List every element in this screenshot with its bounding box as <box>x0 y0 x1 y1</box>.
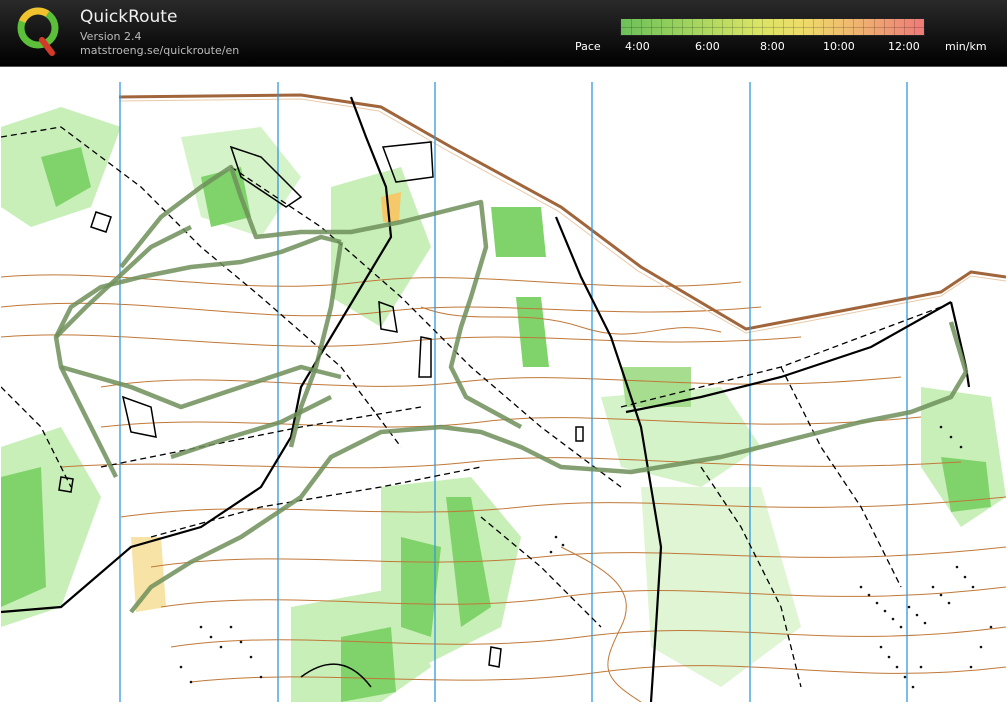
pace-scale-cell-divider <box>772 19 774 35</box>
pace-color-scale <box>620 18 925 36</box>
pace-legend-label: Pace <box>575 40 601 53</box>
pace-scale-cell-divider <box>651 19 653 35</box>
pace-tick-12: 12:00 <box>888 40 920 53</box>
pace-scale-cell-divider <box>833 19 835 35</box>
pace-scale-cell-divider <box>661 19 663 35</box>
pace-scale-cell-divider <box>893 19 895 35</box>
pace-scale-cell-divider <box>691 19 693 35</box>
pace-scale-cell-divider <box>671 19 673 35</box>
pace-scale-cell-divider <box>883 19 885 35</box>
pace-scale-cell-divider <box>732 19 734 35</box>
pace-tick-8: 8:00 <box>760 40 785 53</box>
app-url[interactable]: matstroeng.se/quickroute/en <box>80 44 239 57</box>
pace-scale-cell-divider <box>792 19 794 35</box>
pace-scale-cell-divider <box>863 19 865 35</box>
pace-scale-cell-divider <box>782 19 784 35</box>
pace-tick-6: 6:00 <box>695 40 720 53</box>
map-canvas <box>0 82 1007 703</box>
pace-scale-cell-divider <box>762 19 764 35</box>
pace-scale-cell-divider <box>802 19 804 35</box>
pace-tick-4: 4:00 <box>625 40 650 53</box>
pace-scale-cell-divider <box>752 19 754 35</box>
pace-scale-cell-divider <box>873 19 875 35</box>
app-version: Version 2.4 <box>80 30 142 43</box>
map-terrain <box>1 107 1006 702</box>
pace-scale-cell-divider <box>631 19 633 35</box>
pace-scale-cell-divider <box>711 19 713 35</box>
pace-scale-cell-divider <box>823 19 824 35</box>
app-header: QuickRoute Version 2.4 matstroeng.se/qui… <box>0 0 1007 67</box>
pace-scale-cell-divider <box>903 19 905 35</box>
pace-scale-cell-divider <box>641 19 643 35</box>
orienteering-map[interactable] <box>0 67 1007 703</box>
pace-scale-cell-divider <box>681 19 683 35</box>
pace-scale-cell-divider <box>742 19 744 35</box>
app-name: QuickRoute <box>80 7 178 27</box>
pace-scale-cell-divider <box>853 19 855 35</box>
pace-scale-cell-divider <box>701 19 703 35</box>
pace-scale-cell-divider <box>812 19 814 35</box>
pace-tick-10: 10:00 <box>823 40 855 53</box>
pace-scale-cell-divider <box>913 19 915 35</box>
pace-scale-cell-divider <box>722 19 723 35</box>
pace-unit: min/km <box>945 40 987 53</box>
pace-scale-cell-divider <box>843 19 845 35</box>
quickroute-logo-icon <box>17 7 59 56</box>
